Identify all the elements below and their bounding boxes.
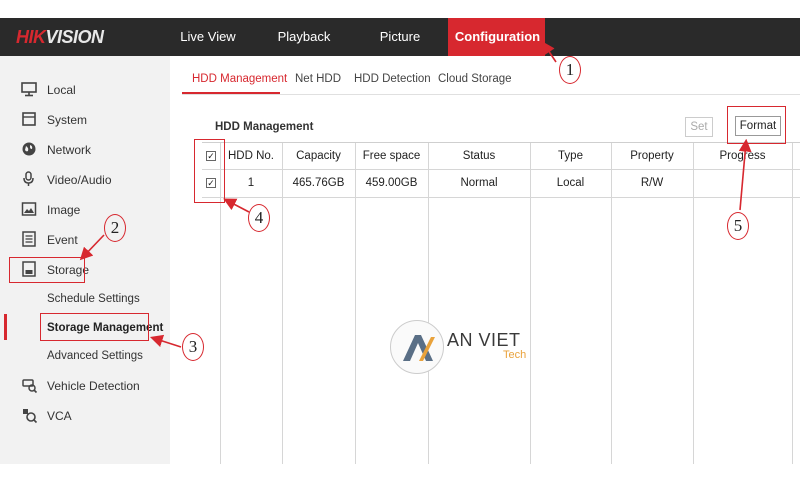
sidebar-item-label: Video/Audio <box>47 173 112 187</box>
screenshot: HIKVISION Live View Playback Picture Con… <box>0 0 800 480</box>
sidebar-item-label: Network <box>47 143 92 157</box>
sidebar-item-label: Vehicle Detection <box>47 379 140 393</box>
nav-tab-playback[interactable]: Playback <box>264 18 344 56</box>
cell-free-space: 459.00GB <box>365 177 418 189</box>
column-header-type: Type <box>558 150 583 162</box>
row-divider <box>202 197 800 198</box>
image-icon <box>21 202 37 216</box>
sidebar-item-vehicle-detection[interactable]: Vehicle Detection <box>0 374 170 398</box>
highlight-storage <box>9 257 85 283</box>
sidebar-item-video-audio[interactable]: Video/Audio <box>0 168 170 192</box>
list-icon <box>22 231 36 247</box>
column-divider <box>282 143 283 465</box>
sidebar-item-label: Image <box>47 203 81 217</box>
sidebar-item-label: Local <box>47 83 76 97</box>
vca-icon <box>23 409 38 424</box>
mic-icon <box>23 171 34 186</box>
sidebar-item-label: Event <box>47 233 78 247</box>
sidebar-item-network[interactable]: Network <box>0 138 170 162</box>
annotation-number: 3 <box>182 333 204 361</box>
system-icon <box>22 112 36 126</box>
nav-tab-picture[interactable]: Picture <box>360 18 440 56</box>
sidebar-item-event[interactable]: Event <box>0 228 170 252</box>
watermark-logo-icon <box>403 335 435 361</box>
column-divider <box>530 143 531 465</box>
hdd-table: ✓ HDD No. Capacity Free space Status Typ… <box>202 142 800 465</box>
bottom-margin <box>0 464 800 480</box>
column-header-hdd-no: HDD No. <box>227 150 274 162</box>
panel-title: HDD Management <box>215 121 314 133</box>
row-divider <box>202 169 800 170</box>
column-header-property: Property <box>630 150 674 162</box>
hikvision-logo: HIKVISION <box>16 27 104 47</box>
column-header-status: Status <box>462 150 496 162</box>
sidebar-sub-schedule-settings[interactable]: Schedule Settings <box>47 293 140 305</box>
annotation-number: 1 <box>559 56 581 84</box>
subtab-net-hdd[interactable]: Net HDD <box>295 73 341 85</box>
annotation-number: 2 <box>104 214 126 242</box>
column-header-capacity: Capacity <box>296 150 341 162</box>
subtab-hdd-management[interactable]: HDD Management <box>192 73 287 85</box>
highlight-configuration <box>448 18 545 56</box>
sidebar-sub-advanced-settings[interactable]: Advanced Settings <box>47 350 143 362</box>
watermark-text: AN VIET <box>447 330 521 350</box>
watermark-subtext: Tech <box>503 349 527 361</box>
highlight-storage-management <box>40 313 149 341</box>
sidebar-item-vca[interactable]: VCA <box>0 404 170 428</box>
column-divider <box>611 143 612 465</box>
watermark-logo <box>390 320 444 374</box>
sidebar-item-image[interactable]: Image <box>0 198 170 222</box>
globe-icon <box>22 142 36 156</box>
column-divider <box>693 143 694 465</box>
cell-type: Local <box>556 177 585 189</box>
set-button[interactable]: Set <box>685 117 713 137</box>
annotation-number: 5 <box>727 212 749 240</box>
sidebar-item-local[interactable]: Local <box>0 78 170 102</box>
vehicle-search-icon <box>22 379 38 394</box>
column-header-progress: Progress <box>719 150 766 162</box>
main-content: HDD Management Net HDD HDD Detection Clo… <box>170 56 800 465</box>
subtab-cloud-storage[interactable]: Cloud Storage <box>438 73 512 85</box>
highlight-format-button <box>727 106 786 144</box>
sidebar-item-label: VCA <box>47 409 72 423</box>
sidebar-item-label: System <box>47 113 88 127</box>
column-header-free-space: Free space <box>362 150 421 162</box>
cell-hdd-no: 1 <box>247 177 255 189</box>
subtab-hdd-detection[interactable]: HDD Detection <box>354 73 431 85</box>
column-divider <box>792 143 793 465</box>
cell-capacity: 465.76GB <box>292 177 345 189</box>
highlight-checkboxes <box>194 139 225 203</box>
cell-property: R/W <box>640 177 664 189</box>
annotation-number: 4 <box>248 204 270 232</box>
cell-status: Normal <box>460 177 498 189</box>
divider <box>182 94 800 95</box>
monitor-icon <box>21 82 37 97</box>
column-divider <box>355 143 356 465</box>
nav-tab-live-view[interactable]: Live View <box>168 18 248 56</box>
top-nav-bar: HIKVISION Live View Playback Picture Con… <box>0 18 800 56</box>
sidebar-item-system[interactable]: System <box>0 108 170 132</box>
column-divider <box>428 143 429 465</box>
active-indicator <box>4 314 7 340</box>
